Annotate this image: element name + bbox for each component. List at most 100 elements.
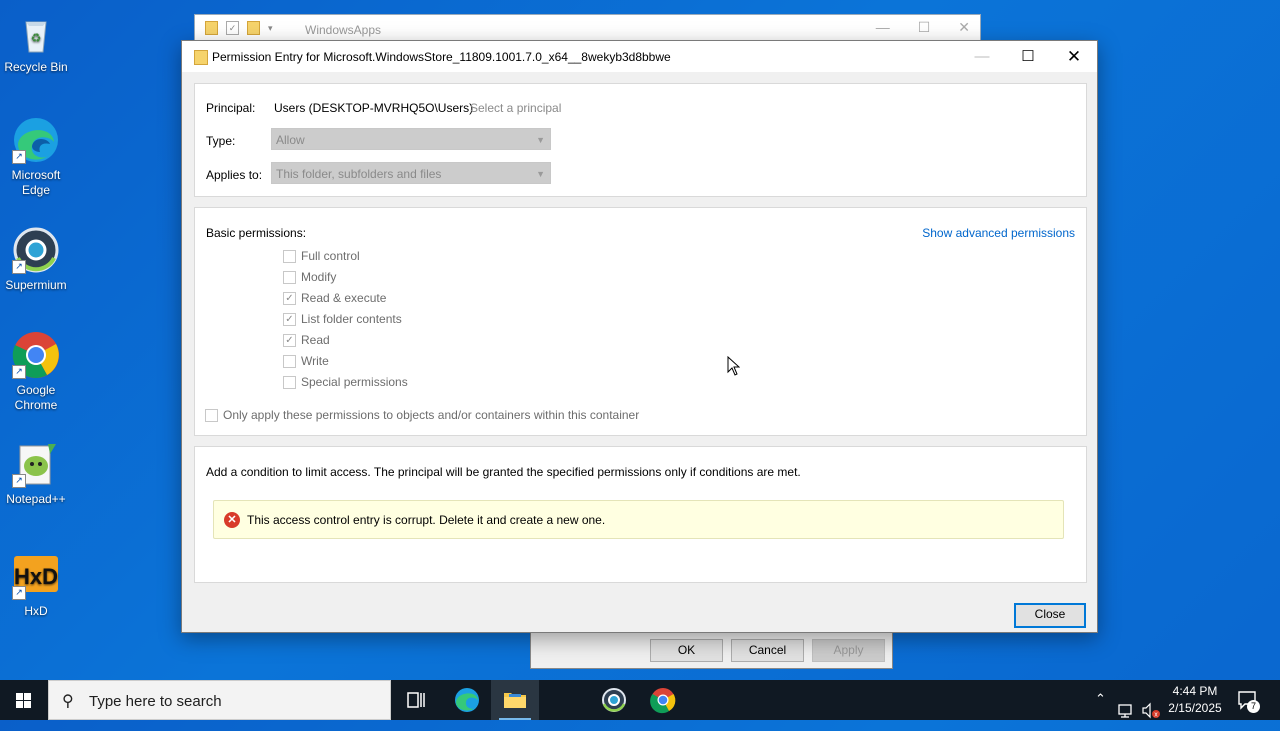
error-message: This access control entry is corrupt. De… (247, 513, 606, 527)
search-icon: ⚲ (62, 693, 74, 710)
taskbar-supermium[interactable] (590, 680, 638, 720)
desktop-icon-label: Microsoft Edge (11, 168, 61, 197)
folder-icon (205, 21, 218, 35)
chrome-icon: ↗ (12, 331, 60, 379)
applies-to-label: Applies to: (206, 168, 263, 182)
clock-time: 4:44 PM (1172, 684, 1218, 698)
taskbar-search-box[interactable]: ⚲ Type here to search (48, 680, 391, 720)
network-icon[interactable] (1117, 691, 1137, 731)
desktop-icon-recycle-bin[interactable]: ♻ Recycle Bin (2, 8, 70, 75)
edge-icon: ↗ (12, 116, 60, 164)
checkbox-checked[interactable]: ✓ (283, 333, 296, 347)
desktop-icon-hxd[interactable]: HxD ↗ HxD (2, 552, 70, 619)
notification-count-badge: 7 (1247, 700, 1260, 713)
principal-panel: Principal: Users (DESKTOP-MVRHQ5O\Users)… (194, 83, 1087, 197)
minimize-icon[interactable]: — (959, 41, 1005, 72)
type-value: Allow (276, 133, 305, 147)
applies-to-value: This folder, subfolders and files (276, 167, 442, 181)
permission-special[interactable]: Special permissions (283, 374, 408, 390)
action-center-button[interactable]: 7 (1236, 689, 1260, 713)
checkbox[interactable] (205, 408, 218, 422)
svg-text:x: x (1154, 712, 1158, 719)
maximize-icon[interactable]: ☐ (918, 19, 931, 36)
task-view-icon (407, 692, 425, 708)
supermium-icon: ↗ (12, 226, 60, 274)
minimize-icon[interactable]: — (876, 19, 890, 36)
type-dropdown[interactable]: Allow ▼ (271, 128, 551, 150)
permission-write[interactable]: Write (283, 353, 329, 369)
condition-panel: Add a condition to limit access. The pri… (194, 446, 1087, 583)
mouse-cursor-icon (727, 356, 740, 376)
edge-icon (455, 688, 479, 712)
checkbox-checked[interactable]: ✓ (283, 312, 296, 326)
desktop-icon-label: Notepad++ (6, 492, 66, 506)
svg-text:♻: ♻ (31, 31, 42, 45)
ok-button[interactable]: OK (650, 639, 723, 662)
permission-label: Read & execute (301, 291, 387, 305)
permission-label: Write (301, 354, 329, 368)
desktop-icon-label: HxD (24, 604, 48, 618)
type-label: Type: (206, 134, 236, 148)
taskbar-file-explorer[interactable] (491, 680, 539, 720)
principal-label: Principal: (206, 101, 256, 115)
desktop-icon-label: Recycle Bin (4, 60, 68, 74)
dialog-title: Permission Entry for Microsoft.WindowsSt… (212, 50, 671, 64)
applies-to-dropdown[interactable]: This folder, subfolders and files ▼ (271, 162, 551, 184)
recycle-bin-icon: ♻ (12, 8, 60, 56)
desktop-icon-google-chrome[interactable]: ↗ Google Chrome (2, 331, 70, 413)
permission-list-folder-contents[interactable]: ✓ List folder contents (283, 311, 402, 327)
chrome-icon (650, 688, 676, 714)
desktop-icon-edge[interactable]: ↗ Microsoft Edge (2, 116, 70, 198)
basic-permissions-label: Basic permissions: (206, 226, 307, 240)
window-title: WindowsApps (305, 23, 382, 37)
permission-modify[interactable]: Modify (283, 269, 336, 285)
checkbox[interactable] (283, 375, 296, 389)
principal-value: Users (DESKTOP-MVRHQ5O\Users) (274, 101, 474, 115)
cancel-button[interactable]: Cancel (731, 639, 804, 662)
apply-button[interactable]: Apply (812, 639, 885, 662)
checkbox[interactable] (283, 354, 296, 368)
hxd-icon: HxD ↗ (12, 552, 60, 600)
maximize-icon[interactable]: ☐ (1005, 41, 1051, 72)
permission-full-control[interactable]: Full control (283, 248, 360, 264)
new-folder-icon[interactable] (247, 21, 260, 35)
condition-text: Add a condition to limit access. The pri… (206, 465, 801, 479)
show-advanced-permissions-link[interactable]: Show advanced permissions (922, 226, 1075, 240)
error-banner: ✕ This access control entry is corrupt. … (213, 500, 1064, 539)
file-explorer-icon (504, 693, 526, 708)
folder-icon (194, 50, 208, 65)
supermium-icon (602, 688, 626, 712)
only-apply-option[interactable]: Only apply these permissions to objects … (205, 407, 639, 423)
chevron-up-icon[interactable]: ⌃ (1095, 691, 1106, 731)
volume-muted-icon[interactable]: x (1141, 691, 1161, 731)
only-apply-label: Only apply these permissions to objects … (223, 408, 640, 422)
security-dialog: OK Cancel Apply (530, 632, 893, 669)
taskbar-chrome[interactable] (639, 680, 687, 720)
permission-label: Special permissions (301, 375, 408, 389)
close-button[interactable]: Close (1014, 603, 1086, 628)
select-principal-link[interactable]: Select a principal (470, 101, 561, 115)
permission-read[interactable]: ✓ Read (283, 332, 330, 348)
taskbar: ⚲ Type here to search ⌃ x 4:44 PM 2/15/2… (0, 680, 1280, 720)
close-icon[interactable]: ✕ (1051, 41, 1097, 72)
permission-label: Modify (301, 270, 337, 284)
notepad-plus-plus-icon: ↗ (12, 440, 60, 488)
chevron-down-icon[interactable]: ▾ (268, 23, 273, 34)
permission-label: List folder contents (301, 312, 402, 326)
checkbox[interactable] (283, 249, 296, 263)
task-view-button[interactable] (392, 680, 440, 720)
permission-label: Read (301, 333, 330, 347)
clock-date: 2/15/2025 (1168, 701, 1222, 715)
taskbar-clock[interactable]: 4:44 PM 2/15/2025 (1160, 683, 1230, 717)
properties-icon[interactable]: ✓ (226, 21, 239, 35)
desktop-icon-label: Google Chrome (14, 383, 58, 412)
desktop-icon-notepad-plus-plus[interactable]: ↗ Notepad++ (2, 440, 70, 507)
checkbox[interactable] (283, 270, 296, 284)
quick-access-toolbar: ✓ ▾ (205, 21, 273, 35)
taskbar-edge[interactable] (443, 680, 491, 720)
close-icon[interactable]: ✕ (958, 19, 970, 36)
desktop-icon-supermium[interactable]: ↗ Supermium (2, 226, 70, 293)
permission-read-execute[interactable]: ✓ Read & execute (283, 290, 386, 306)
checkbox-checked[interactable]: ✓ (283, 291, 296, 305)
start-button[interactable] (0, 680, 48, 720)
